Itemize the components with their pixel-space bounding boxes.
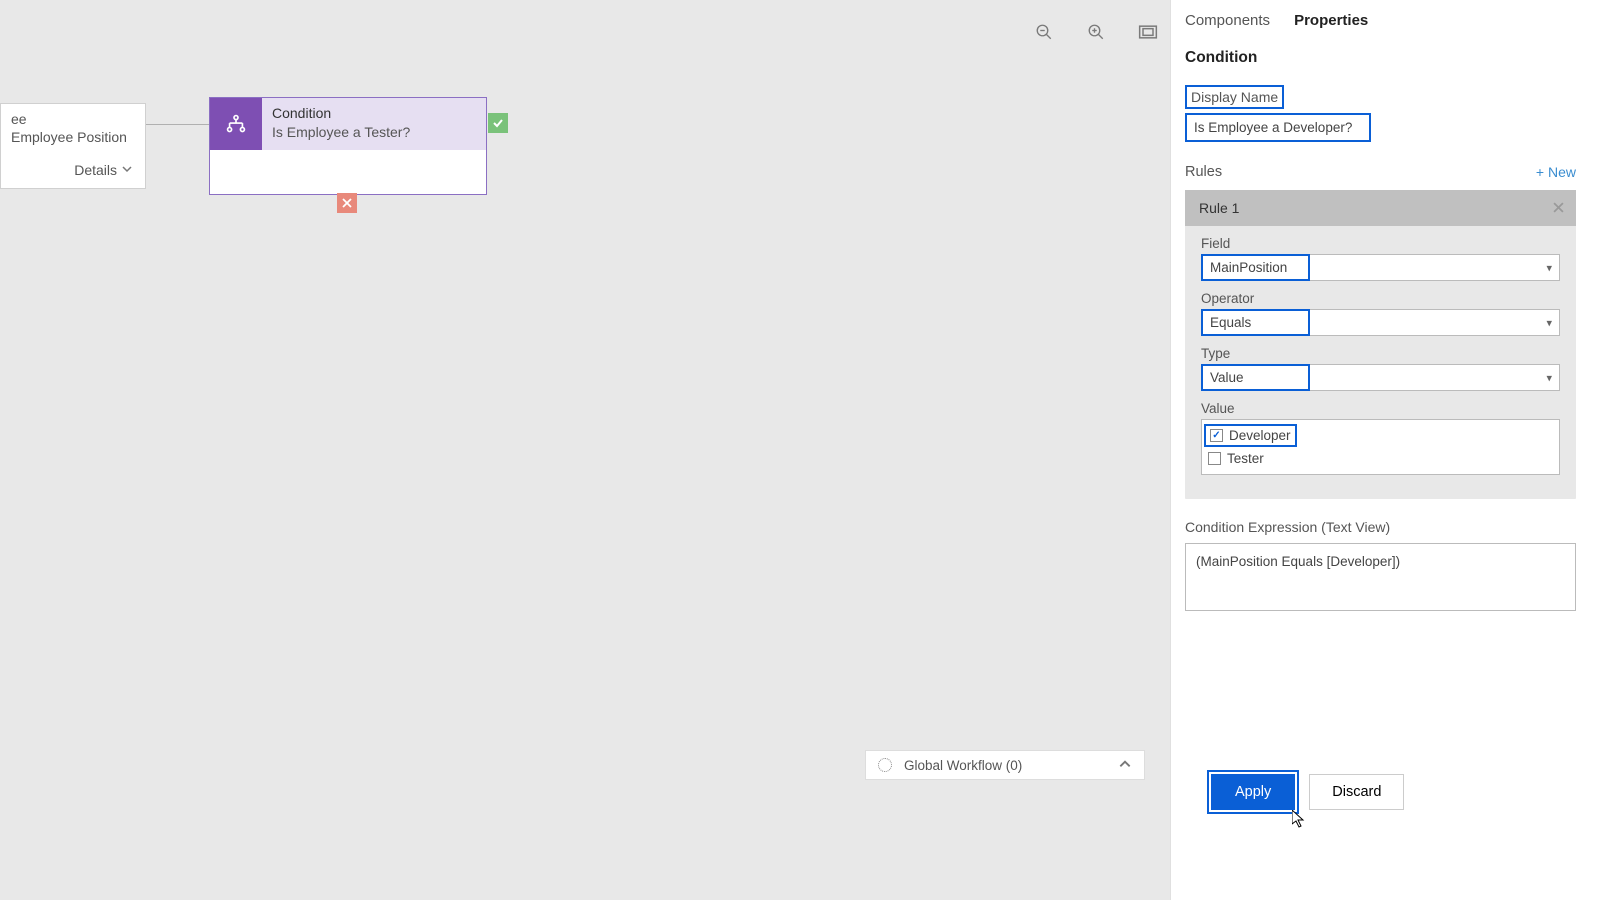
operator-label: Operator [1201, 291, 1560, 306]
entity-node[interactable]: ee Employee Position Details [0, 103, 146, 189]
condition-node[interactable]: Condition Is Employee a Tester? [209, 97, 487, 195]
condition-node-text: Condition Is Employee a Tester? [262, 98, 486, 150]
entity-details-toggle[interactable]: Details [1, 152, 145, 188]
entity-node-header: ee Employee Position [1, 104, 145, 152]
condition-node-header: Condition Is Employee a Tester? [210, 98, 486, 150]
value-label: Value [1201, 401, 1560, 416]
condition-name: Is Employee a Tester? [272, 123, 476, 142]
canvas-area[interactable]: ee Employee Position Details Condition I… [0, 8, 1170, 900]
fit-screen-icon[interactable] [1136, 20, 1160, 44]
rule-header[interactable]: Rule 1 [1185, 190, 1576, 226]
expression-label: Condition Expression (Text View) [1185, 519, 1576, 535]
value-option-label: Tester [1227, 451, 1264, 466]
connector-line [146, 124, 209, 125]
expression-textview[interactable]: (MainPosition Equals [Developer]) [1185, 543, 1576, 611]
footer-buttons: Apply Discard [1211, 774, 1404, 810]
expression-value: (MainPosition Equals [Developer]) [1196, 554, 1400, 569]
properties-panel: Components Properties Condition Display … [1170, 0, 1600, 900]
value-listbox[interactable]: Developer Tester [1201, 419, 1560, 475]
value-option-label: Developer [1229, 428, 1291, 443]
chevron-down-icon [121, 162, 133, 178]
true-branch-badge[interactable] [488, 113, 508, 133]
tab-components[interactable]: Components [1185, 12, 1270, 29]
discard-button[interactable]: Discard [1309, 774, 1404, 810]
tab-properties[interactable]: Properties [1294, 12, 1368, 29]
rules-label: Rules [1185, 164, 1222, 180]
condition-icon [210, 98, 262, 150]
value-option-developer[interactable]: Developer [1204, 424, 1297, 447]
field-label: Field [1201, 236, 1560, 251]
apply-button[interactable]: Apply [1211, 774, 1295, 810]
entity-line1: ee [11, 110, 135, 128]
operator-select[interactable]: Equals [1201, 309, 1560, 336]
checkbox-icon [1208, 452, 1221, 465]
entity-line2: Employee Position [11, 128, 135, 146]
global-workflow-label: Global Workflow (0) [904, 758, 1022, 773]
add-rule-link[interactable]: + New [1536, 164, 1576, 180]
display-name-input[interactable] [1185, 113, 1371, 142]
section-title-condition: Condition [1185, 49, 1576, 67]
chevron-up-icon[interactable] [1118, 757, 1132, 774]
details-label: Details [74, 162, 117, 178]
type-label: Type [1201, 346, 1560, 361]
rule-block: Rule 1 Field MainPosition ▾ Operator Equ… [1185, 190, 1576, 499]
type-select[interactable]: Value [1201, 364, 1560, 391]
panel-tabs: Components Properties [1185, 0, 1576, 37]
false-branch-badge[interactable] [337, 193, 357, 213]
checkbox-icon [1210, 429, 1223, 442]
global-workflow-bar[interactable]: Global Workflow (0) [865, 750, 1145, 780]
value-option-tester[interactable]: Tester [1204, 449, 1557, 468]
rule-title: Rule 1 [1199, 200, 1239, 216]
canvas-toolbar [1032, 20, 1160, 44]
spinner-icon [878, 758, 892, 772]
condition-type-label: Condition [272, 104, 476, 123]
zoom-out-icon[interactable] [1032, 20, 1056, 44]
zoom-in-icon[interactable] [1084, 20, 1108, 44]
field-select[interactable]: MainPosition [1201, 254, 1560, 281]
close-icon[interactable] [1553, 200, 1564, 216]
display-name-label: Display Name [1185, 85, 1284, 109]
